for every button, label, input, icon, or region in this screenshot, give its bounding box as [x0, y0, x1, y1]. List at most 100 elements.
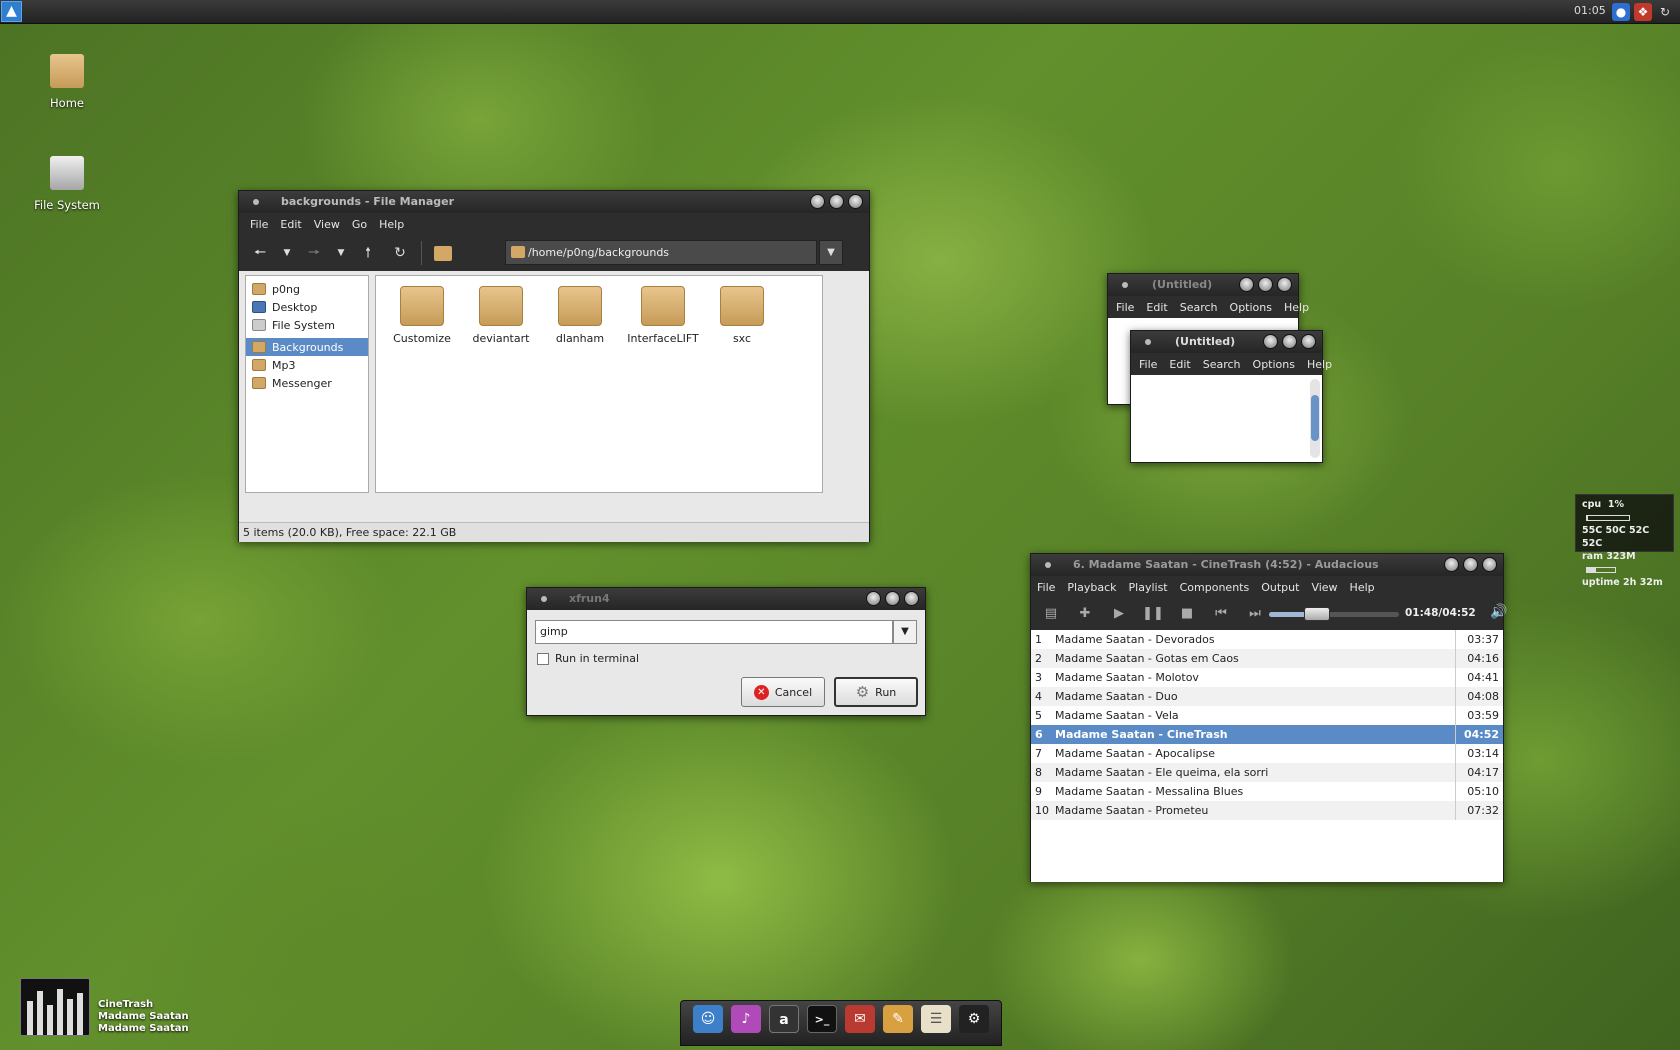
playlist-row[interactable]: 1 Madame Saatan - Devorados 03:37: [1031, 630, 1503, 649]
menu-playback[interactable]: Playback: [1061, 581, 1122, 594]
maximize-button[interactable]: [829, 194, 844, 209]
home-icon[interactable]: [428, 239, 458, 267]
previous-icon[interactable]: ⏮: [1205, 600, 1237, 628]
menu-file[interactable]: File: [244, 218, 274, 231]
editor-front-text-area[interactable]: [1131, 375, 1322, 462]
playlist-row[interactable]: 10 Madame Saatan - Prometeu 07:32: [1031, 801, 1503, 820]
menu-file[interactable]: File: [1133, 358, 1163, 371]
location-dropdown-button[interactable]: ▼: [819, 240, 843, 265]
folder-item[interactable]: deviantart: [463, 286, 539, 345]
back-arrow-icon[interactable]: 🠔: [245, 239, 275, 267]
menu-edit[interactable]: Edit: [274, 218, 307, 231]
menu-edit[interactable]: Edit: [1140, 301, 1173, 314]
menu-view[interactable]: View: [1305, 581, 1343, 594]
window-menu-icon[interactable]: [253, 199, 259, 205]
close-button[interactable]: [1277, 277, 1292, 292]
menu-edit[interactable]: Edit: [1163, 358, 1196, 371]
window-menu-icon[interactable]: [541, 596, 547, 602]
minimize-button[interactable]: [866, 591, 881, 606]
minimize-button[interactable]: [810, 194, 825, 209]
pause-icon[interactable]: ❚❚: [1137, 600, 1169, 628]
playlist-row[interactable]: 7 Madame Saatan - Apocalipse 03:14: [1031, 744, 1503, 763]
window-menu-icon[interactable]: [1145, 339, 1151, 345]
network-icon[interactable]: ●: [1612, 3, 1630, 21]
run-in-terminal-checkbox[interactable]: [537, 652, 549, 665]
menu-help[interactable]: Help: [1301, 358, 1338, 371]
audacious-titlebar[interactable]: 6. Madame Saatan - CineTrash (4:52) - Au…: [1031, 554, 1503, 576]
location-field[interactable]: /home/p0ng/backgrounds: [505, 240, 817, 265]
editor-back-titlebar[interactable]: (Untitled): [1108, 274, 1298, 296]
paint-icon[interactable]: ✎: [883, 1005, 913, 1033]
playlist-row[interactable]: 9 Madame Saatan - Messalina Blues 05:10: [1031, 782, 1503, 801]
back-history-chevron-icon[interactable]: ▼: [277, 239, 297, 267]
window-menu-icon[interactable]: [1045, 562, 1051, 568]
update-icon[interactable]: ❖: [1634, 3, 1652, 21]
minimize-button[interactable]: [1444, 557, 1459, 572]
close-button[interactable]: [1482, 557, 1497, 572]
add-files-icon[interactable]: ✚: [1069, 600, 1101, 628]
settings-icon[interactable]: ⚙: [959, 1005, 989, 1033]
menu-search[interactable]: Search: [1174, 301, 1224, 314]
maximize-button[interactable]: [1258, 277, 1273, 292]
menu-options[interactable]: Options: [1224, 301, 1278, 314]
folder-item[interactable]: sxc: [704, 286, 780, 345]
reload-icon[interactable]: ↻: [385, 239, 415, 267]
app-menu-button[interactable]: ▲: [1, 1, 22, 22]
notes-icon[interactable]: ☰: [921, 1005, 951, 1033]
menu-go[interactable]: Go: [346, 218, 373, 231]
editor-front-titlebar[interactable]: (Untitled): [1131, 331, 1322, 353]
next-icon[interactable]: ⏭: [1239, 600, 1271, 628]
vertical-scrollbar[interactable]: [1310, 379, 1320, 458]
folder-item[interactable]: Customize: [384, 286, 460, 345]
menu-playlist[interactable]: Playlist: [1123, 581, 1174, 594]
playlist-row[interactable]: 5 Madame Saatan - Vela 03:59: [1031, 706, 1503, 725]
minimize-button[interactable]: [1239, 277, 1254, 292]
close-button[interactable]: [1301, 334, 1316, 349]
run-in-terminal-option[interactable]: Run in terminal: [537, 652, 639, 665]
sidebar-item-filesystem[interactable]: File System: [246, 316, 368, 334]
up-arrow-icon[interactable]: 🠕: [353, 239, 383, 267]
menu-help[interactable]: Help: [373, 218, 410, 231]
seek-slider[interactable]: [1269, 607, 1399, 621]
close-button[interactable]: [848, 194, 863, 209]
menu-options[interactable]: Options: [1247, 358, 1301, 371]
sidebar-item-mp3[interactable]: Mp3: [246, 356, 368, 374]
run-button[interactable]: ⚙ Run: [834, 677, 918, 707]
chat-icon[interactable]: ♪: [731, 1005, 761, 1033]
menu-help[interactable]: Help: [1344, 581, 1381, 594]
forward-arrow-icon[interactable]: 🠖: [299, 239, 329, 267]
menu-file[interactable]: File: [1031, 581, 1061, 594]
open-files-icon[interactable]: ▤: [1035, 600, 1067, 628]
sidebar-item-backgrounds[interactable]: Backgrounds: [246, 338, 368, 356]
scrollbar-thumb[interactable]: [1311, 395, 1319, 441]
menu-components[interactable]: Components: [1174, 581, 1256, 594]
terminal-icon[interactable]: >_: [807, 1005, 837, 1033]
command-history-dropdown[interactable]: ▼: [893, 620, 917, 644]
finder-icon[interactable]: ☺: [693, 1005, 723, 1033]
sidebar-item-messenger[interactable]: Messenger: [246, 374, 368, 392]
menu-search[interactable]: Search: [1197, 358, 1247, 371]
command-input[interactable]: gimp: [535, 620, 893, 644]
minimize-button[interactable]: [1263, 334, 1278, 349]
playlist-row[interactable]: 6 Madame Saatan - CineTrash 04:52: [1031, 725, 1503, 744]
playlist-row[interactable]: 2 Madame Saatan - Gotas em Caos 04:16: [1031, 649, 1503, 668]
desktop-home[interactable]: Home: [12, 54, 122, 110]
maximize-button[interactable]: [885, 591, 900, 606]
cancel-button[interactable]: ✕ Cancel: [741, 677, 825, 707]
playlist-row[interactable]: 8 Madame Saatan - Ele queima, ela sorri 04…: [1031, 763, 1503, 782]
desktop-filesystem[interactable]: File System: [12, 156, 122, 212]
menu-view[interactable]: View: [308, 218, 346, 231]
sidebar-item-p0ng[interactable]: p0ng: [246, 280, 368, 298]
menu-file[interactable]: File: [1110, 301, 1140, 314]
sidebar-item-desktop[interactable]: Desktop: [246, 298, 368, 316]
seek-slider-handle[interactable]: [1304, 607, 1331, 621]
close-button[interactable]: [904, 591, 919, 606]
maximize-button[interactable]: [1282, 334, 1297, 349]
folder-item[interactable]: dlanham: [542, 286, 618, 345]
forward-history-chevron-icon[interactable]: ▼: [331, 239, 351, 267]
reload-icon[interactable]: ↻: [1656, 3, 1674, 21]
folder-item[interactable]: InterfaceLIFT: [621, 286, 705, 345]
window-menu-icon[interactable]: [1122, 282, 1128, 288]
maximize-button[interactable]: [1463, 557, 1478, 572]
playlist-row[interactable]: 3 Madame Saatan - Molotov 04:41: [1031, 668, 1503, 687]
